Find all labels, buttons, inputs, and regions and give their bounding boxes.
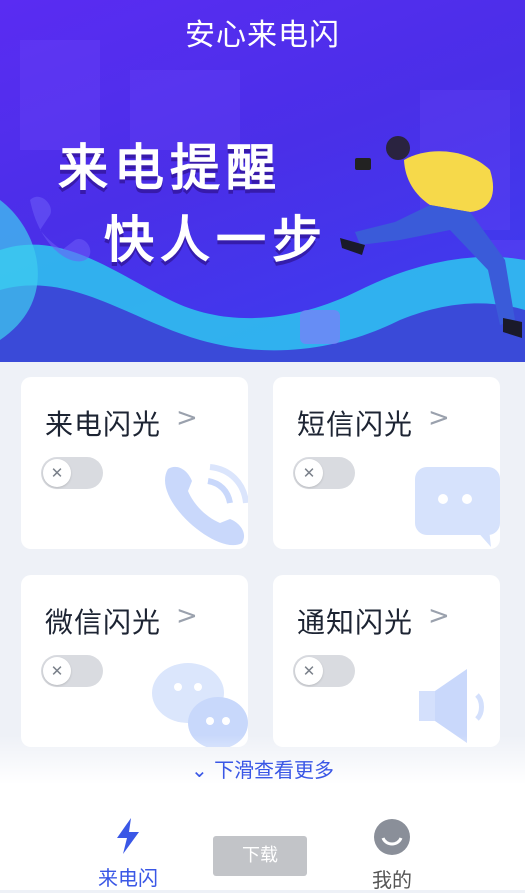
message-icon bbox=[415, 467, 500, 547]
card-call-flash[interactable]: 来电闪光 > ✕ bbox=[21, 377, 248, 549]
close-icon: ✕ bbox=[295, 657, 323, 685]
banner-slogan-line1: 来电提醒 bbox=[58, 139, 282, 197]
chevron-right-icon: > bbox=[176, 601, 198, 631]
card-notification-flash[interactable]: 通知闪光 > ✕ bbox=[273, 575, 500, 747]
card-label: 通知闪光 bbox=[297, 606, 414, 639]
close-icon: ✕ bbox=[43, 459, 71, 487]
speaker-icon bbox=[419, 669, 484, 743]
banner-slogan-line2: 快人一步 bbox=[104, 211, 328, 269]
tab-label: 来电闪 bbox=[98, 866, 158, 890]
card-sms-flash[interactable]: 短信闪光 > ✕ bbox=[273, 377, 500, 549]
tab-call-flash[interactable]: 来电闪 bbox=[88, 818, 168, 891]
scroll-more-hint[interactable]: ⌄ 下滑查看更多 bbox=[0, 754, 525, 783]
chevron-right-icon: > bbox=[176, 403, 198, 433]
app-title: 安心来电闪 bbox=[185, 18, 340, 53]
chevron-right-icon: > bbox=[428, 601, 450, 631]
card-label: 短信闪光 bbox=[297, 408, 414, 441]
card-label: 来电闪光 bbox=[45, 408, 162, 441]
chevron-right-icon: > bbox=[428, 403, 450, 433]
tab-label: 我的 bbox=[372, 868, 412, 892]
card-wechat-flash[interactable]: 微信闪光 > ✕ bbox=[21, 575, 248, 747]
lightning-icon bbox=[117, 818, 139, 854]
notification-flash-toggle[interactable]: ✕ bbox=[293, 655, 355, 687]
profile-face-icon bbox=[374, 819, 410, 855]
tab-mine[interactable]: 我的 bbox=[352, 818, 432, 893]
sms-flash-toggle[interactable]: ✕ bbox=[293, 457, 355, 489]
download-button[interactable]: 下载 bbox=[213, 836, 307, 876]
close-icon: ✕ bbox=[43, 657, 71, 685]
scroll-more-label: 下滑查看更多 bbox=[214, 758, 335, 782]
wechat-icon bbox=[152, 663, 248, 747]
wechat-flash-toggle[interactable]: ✕ bbox=[41, 655, 103, 687]
card-label: 微信闪光 bbox=[45, 606, 162, 639]
hero-banner: 安心来电闪 来电提醒 快人一步 bbox=[0, 0, 525, 362]
double-chevron-down-icon: ⌄ bbox=[190, 758, 208, 782]
call-flash-toggle[interactable]: ✕ bbox=[41, 457, 103, 489]
close-icon: ✕ bbox=[295, 459, 323, 487]
phone-icon bbox=[165, 464, 248, 546]
